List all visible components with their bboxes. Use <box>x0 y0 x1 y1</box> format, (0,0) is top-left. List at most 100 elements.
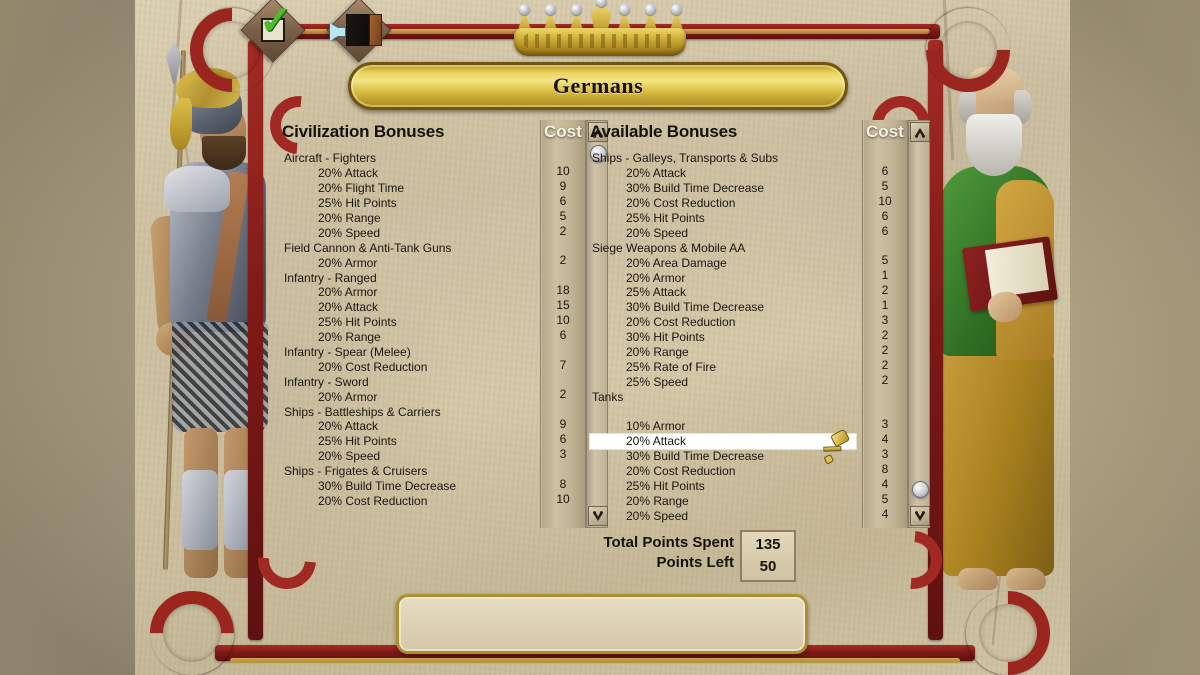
page-title: Germans <box>552 73 644 98</box>
crown-icon <box>492 0 708 58</box>
bonus-cost-value: 8 <box>559 476 567 491</box>
bonus-row[interactable]: 20% Flight Time <box>282 181 550 196</box>
sage-foot-left <box>958 568 998 590</box>
bonuses-content-area: Cost Cost Civilization Bonuses Aircraft … <box>272 120 930 582</box>
bonus-row[interactable]: 20% Speed <box>590 508 856 523</box>
bonus-cost-value: 6 <box>881 223 889 238</box>
scroll-down-arrow-icon[interactable] <box>910 506 930 526</box>
bonus-row[interactable]: 20% Range <box>590 493 856 508</box>
bonus-cost-value: 6 <box>559 327 567 342</box>
bonus-row[interactable]: 30% Build Time Decrease <box>590 181 856 196</box>
bonus-cost-value: 5 <box>881 253 889 268</box>
warrior-helmet-plume-tail <box>170 98 192 150</box>
bonus-row[interactable]: 30% Build Time Decrease <box>282 479 550 494</box>
bonus-row[interactable]: 20% Range <box>282 211 550 226</box>
bonus-row[interactable]: 25% Attack <box>590 285 856 300</box>
bonus-cost-value: 7 <box>559 357 567 372</box>
bonus-row[interactable]: 20% Attack <box>590 433 856 449</box>
bonus-row[interactable]: 25% Hit Points <box>590 211 856 226</box>
bonus-group-header: Ships - Galleys, Transports & Subs <box>592 151 779 166</box>
sage-beard <box>966 114 1022 176</box>
cost-header-right: Cost <box>866 122 904 141</box>
bonus-row[interactable]: 20% Speed <box>282 225 550 240</box>
bonus-group-header: Ships - Battleships & Carriers <box>284 404 441 419</box>
points-left-label: Points Left <box>656 554 735 571</box>
bonus-cost-value: 8 <box>881 461 889 476</box>
bonus-row[interactable]: 20% Cost Reduction <box>282 359 550 374</box>
bonus-row[interactable]: 25% Hit Points <box>282 315 550 330</box>
bonus-row[interactable]: 10% Armor <box>590 419 856 434</box>
bonus-row[interactable]: 20% Attack <box>590 166 856 181</box>
bonus-cost-value: 5 <box>881 491 889 506</box>
bonus-cost-value: 2 <box>881 283 889 298</box>
bonus-group-header: Tanks <box>592 389 624 404</box>
bonus-row[interactable]: 25% Hit Points <box>590 479 856 494</box>
bonus-row[interactable]: 20% Armor <box>590 270 856 285</box>
bonus-row[interactable]: 25% Hit Points <box>282 196 550 211</box>
game-screen: Germans Cost Cost Civilization Bonuses A… <box>0 0 1200 675</box>
frame-gold-accent-bottom <box>230 658 960 663</box>
bonus-group-header: Infantry - Spear (Melee) <box>284 345 411 360</box>
bonus-row[interactable]: 25% Speed <box>590 374 856 389</box>
bonus-row[interactable]: 20% Armor <box>282 255 550 270</box>
total-points-spent-label: Total Points Spent <box>603 534 734 551</box>
bonus-cost-value: 15 <box>556 298 570 312</box>
bonus-cost-value: 3 <box>881 417 889 432</box>
bonus-group-header: Ships - Frigates & Cruisers <box>284 464 428 479</box>
scroll-up-arrow-icon[interactable] <box>910 122 930 142</box>
bonus-row[interactable]: 20% Area Damage <box>590 255 856 270</box>
points-left-value: 50 <box>759 558 777 575</box>
bonus-cost-value: 3 <box>881 312 889 327</box>
bonus-cost-value: 2 <box>881 342 889 357</box>
bonus-row[interactable]: 20% Cost Reduction <box>590 196 856 211</box>
bottom-button-bar <box>396 594 808 654</box>
bonus-row[interactable]: 25% Hit Points <box>282 434 550 449</box>
available-bonuses-panel: Available Bonuses Ships - Galleys, Trans… <box>590 122 856 523</box>
scrollbar-thumb-right[interactable] <box>912 481 929 498</box>
bonus-row[interactable]: 30% Hit Points <box>590 330 856 345</box>
bonus-cost-value: 2 <box>559 253 567 268</box>
bonus-cost-value: 1 <box>881 268 889 283</box>
bonus-cost-value: 5 <box>559 208 567 223</box>
bonus-cost-value: 1 <box>881 298 889 312</box>
bonus-row[interactable]: 20% Speed <box>590 225 856 240</box>
bonus-row[interactable]: 20% Attack <box>282 419 550 434</box>
scrollbar-right[interactable] <box>908 120 930 528</box>
bonus-row[interactable]: 20% Range <box>282 330 550 345</box>
bonus-cost-value: 10 <box>556 491 570 506</box>
bonus-cost-value: 6 <box>881 163 889 178</box>
total-points-spent-value: 135 <box>755 536 781 553</box>
bonus-cost-value: 3 <box>559 447 567 461</box>
warrior-greave-left <box>182 470 218 550</box>
bonus-row[interactable]: 30% Build Time Decrease <box>590 300 856 315</box>
bonus-cost-value: 9 <box>559 417 567 432</box>
title-plaque: Germans <box>348 62 848 110</box>
bonus-cost-value: 2 <box>881 357 889 372</box>
bonus-row[interactable]: 20% Range <box>590 345 856 360</box>
bonus-cost-value: 6 <box>559 193 567 208</box>
available-bonuses-list: Ships - Galleys, Transports & Subs 20% At… <box>590 151 856 523</box>
bonus-row[interactable]: 30% Build Time Decrease <box>590 449 856 464</box>
bonus-cost-value: 6 <box>881 208 889 223</box>
bonus-row[interactable]: 20% Attack <box>282 300 550 315</box>
sage-foot-right <box>1006 568 1046 590</box>
bonus-group-header: Infantry - Ranged <box>284 270 377 285</box>
totals-section: Total Points Spent Points Left 135 50 <box>554 530 914 582</box>
bonus-row[interactable]: 20% Cost Reduction <box>282 493 550 508</box>
bonus-row[interactable]: 20% Armor <box>282 285 550 300</box>
bonus-row[interactable]: 20% Speed <box>282 449 550 464</box>
book-pages <box>984 242 1050 298</box>
bonus-cost-value: 4 <box>881 476 889 491</box>
bonus-row[interactable]: 20% Armor <box>282 389 550 404</box>
bonus-cost-value: 10 <box>556 312 570 327</box>
bonus-row[interactable]: 20% Attack <box>282 166 550 181</box>
bonus-row[interactable]: 20% Cost Reduction <box>590 315 856 330</box>
bonus-cost-value: 2 <box>881 372 889 387</box>
civilization-bonuses-header: Civilization Bonuses <box>282 122 445 141</box>
bonus-row[interactable]: 20% Cost Reduction <box>590 464 856 479</box>
bonus-row[interactable]: 25% Rate of Fire <box>590 359 856 374</box>
civilization-bonuses-panel: Civilization Bonuses Aircraft - Fighters… <box>282 122 550 508</box>
civilization-bonuses-list: Aircraft - Fighters 20% Attack 20% Flight … <box>282 151 550 508</box>
bonus-cost-value: 10 <box>878 193 892 208</box>
bonus-cost-value: 4 <box>881 506 889 521</box>
